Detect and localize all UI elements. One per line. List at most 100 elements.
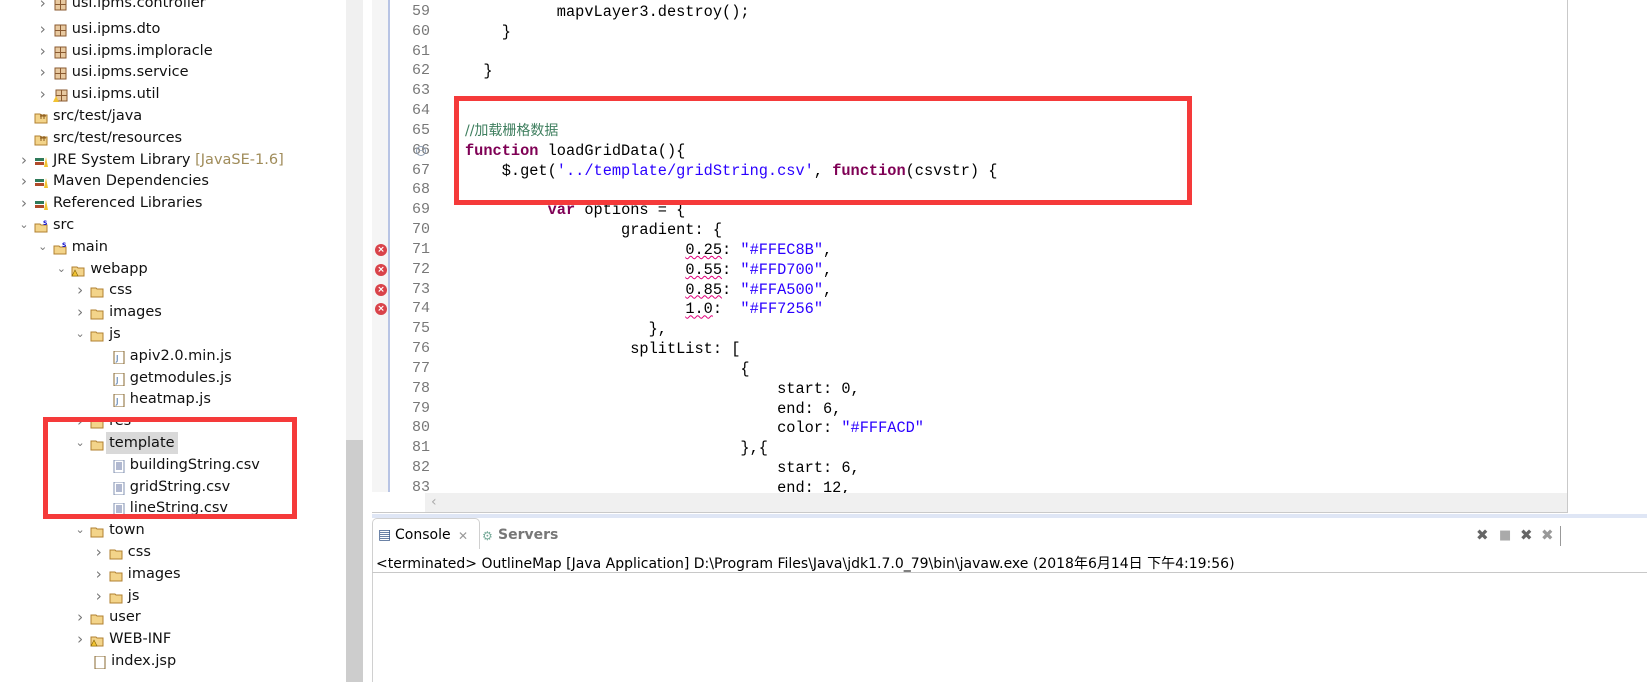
chevron-right-icon[interactable]: › xyxy=(37,40,49,62)
chevron-down-icon[interactable]: ⌄ xyxy=(74,519,86,541)
remove-launch-icon[interactable]: ✖ xyxy=(1476,526,1489,544)
error-token: 0.25 xyxy=(685,240,723,259)
close-tab-icon[interactable]: ✕ xyxy=(458,529,468,543)
tree-item-label: usi.ipms.service xyxy=(71,64,189,81)
line-number: 64 xyxy=(411,102,430,120)
line-number: 59 xyxy=(411,3,430,20)
remove-all-terminated-icon[interactable]: ✖ xyxy=(1520,526,1533,544)
chevron-right-icon[interactable]: › xyxy=(74,606,86,628)
tree-item[interactable]: › images xyxy=(0,301,346,323)
chevron-down-icon[interactable]: ⌄ xyxy=(18,214,30,236)
error-icon[interactable]: × xyxy=(375,243,387,256)
tree-item[interactable]: › css xyxy=(0,541,346,563)
chevron-right-icon[interactable]: › xyxy=(74,279,86,301)
chevron-right-icon[interactable]: › xyxy=(18,149,30,171)
folder-icon xyxy=(90,523,105,538)
chevron-right-icon[interactable]: › xyxy=(93,541,105,563)
js-file-icon: J xyxy=(111,371,126,387)
tree-item-label: src/test/java xyxy=(53,108,143,124)
tree-item[interactable]: › Referenced Libraries xyxy=(0,192,346,214)
library-icon xyxy=(34,196,49,211)
code-token: gradient: { xyxy=(465,221,723,240)
chevron-right-icon[interactable]: › xyxy=(93,585,105,607)
chevron-right-icon[interactable]: › xyxy=(37,83,49,105)
line-number: 70 xyxy=(411,221,430,239)
tree-item[interactable]: ⌄ js xyxy=(0,323,346,345)
tree-item-label: Referenced Libraries xyxy=(53,195,203,212)
svg-text:S: S xyxy=(62,242,66,249)
chevron-right-icon[interactable]: › xyxy=(37,18,49,40)
code-line: 0.25: "#FFEC8B", xyxy=(465,240,832,260)
tree-item[interactable]: › Maven Dependencies xyxy=(0,170,346,192)
tree-item-decoration: [JavaSE-1.6] xyxy=(190,151,284,168)
chevron-right-icon[interactable]: › xyxy=(93,563,105,585)
line-number: 72 xyxy=(411,260,430,278)
tree-item[interactable]: › images xyxy=(0,563,346,585)
code-line: }, xyxy=(465,319,667,339)
tree-item-label: index.jsp xyxy=(111,653,177,669)
tree-item[interactable]: › usi.ipms.service xyxy=(0,61,346,83)
chevron-right-icon[interactable]: › xyxy=(74,301,86,323)
chevron-down-icon[interactable]: ⌄ xyxy=(37,236,49,258)
code-line: } xyxy=(465,61,492,81)
code-token: , xyxy=(823,240,833,259)
console-icon: ▤ xyxy=(378,527,392,543)
tree-item[interactable]: › usi.ipms.util xyxy=(0,83,346,105)
folder-warning-icon xyxy=(71,262,86,277)
tree-item[interactable]: ⌄ town xyxy=(0,519,346,541)
tree-item[interactable]: ⌄ Ssrc xyxy=(0,214,346,236)
scroll-left-icon[interactable]: ‹ xyxy=(431,493,437,512)
line-number: 79 xyxy=(411,399,430,417)
tree-item[interactable]: index.jsp xyxy=(0,650,346,672)
chevron-right-icon[interactable]: › xyxy=(18,192,30,214)
tree-item[interactable]: › js xyxy=(0,585,346,607)
tree-item[interactable]: › usi.ipms.dto xyxy=(0,18,346,40)
code-line: mapvLayer3.destroy(); xyxy=(465,2,750,22)
chevron-right-icon[interactable]: › xyxy=(18,170,30,192)
svg-text:J: J xyxy=(115,397,118,406)
console-header-strip xyxy=(372,514,1647,518)
chevron-right-icon[interactable]: › xyxy=(37,61,49,83)
line-number: 73 xyxy=(411,280,430,298)
code-token: },{ xyxy=(465,439,768,458)
remove-all-icon[interactable]: ✖ xyxy=(1541,526,1554,544)
string-literal: "#FFFACD" xyxy=(841,419,924,438)
folder-icon xyxy=(109,589,124,604)
tree-item[interactable]: Jheatmap.js xyxy=(0,388,346,410)
chevron-down-icon[interactable]: ⌄ xyxy=(74,323,86,345)
tree-item[interactable]: › usi.ipms.imploracle xyxy=(0,40,346,62)
fold-collapse-icon[interactable]: − xyxy=(416,145,426,156)
svg-text:J: J xyxy=(115,376,118,385)
terminate-icon[interactable]: ■ xyxy=(1499,528,1511,543)
tree-item[interactable]: Jgetmodules.js xyxy=(0,367,346,389)
chevron-right-icon[interactable]: › xyxy=(74,628,86,650)
tree-item[interactable]: › css xyxy=(0,279,346,301)
tree-item[interactable]: › usi.ipms.controller xyxy=(0,0,346,14)
error-icon[interactable]: × xyxy=(375,283,387,296)
tree-item[interactable]: src/test/resources xyxy=(0,127,346,149)
explorer-scrollbar-thumb[interactable] xyxy=(346,440,363,682)
code-token: { xyxy=(465,359,750,378)
tab-console-label[interactable]: Console xyxy=(395,527,451,543)
chevron-down-icon[interactable]: ⌄ xyxy=(55,258,67,280)
tree-item[interactable]: src/test/java xyxy=(0,105,346,127)
tree-item[interactable]: › WEB-INF xyxy=(0,628,346,650)
tree-item[interactable]: › user xyxy=(0,606,346,628)
tree-item[interactable]: ⌄ webapp xyxy=(0,258,346,280)
tree-item[interactable]: › JRE System Library [JavaSE-1.6] xyxy=(0,149,346,171)
code-token: color: xyxy=(465,419,842,438)
line-number: 80 xyxy=(411,419,430,437)
chevron-right-icon[interactable]: › xyxy=(37,0,49,14)
folder-icon xyxy=(109,567,124,582)
line-number: 68 xyxy=(411,181,430,199)
tree-item-label: usi.ipms.controller xyxy=(71,0,206,11)
tree-item-label: town xyxy=(109,522,145,539)
tree-item[interactable]: Japiv2.0.min.js xyxy=(0,345,346,367)
editor-horizontal-scrollbar[interactable]: ‹ xyxy=(425,493,1567,512)
error-icon[interactable]: × xyxy=(375,263,387,276)
tab-servers[interactable]: Servers xyxy=(498,527,558,543)
tree-item[interactable]: ⌄ Smain xyxy=(0,236,346,258)
code-line: start: 0, xyxy=(465,379,860,399)
svn-folder-icon: S xyxy=(34,218,49,233)
